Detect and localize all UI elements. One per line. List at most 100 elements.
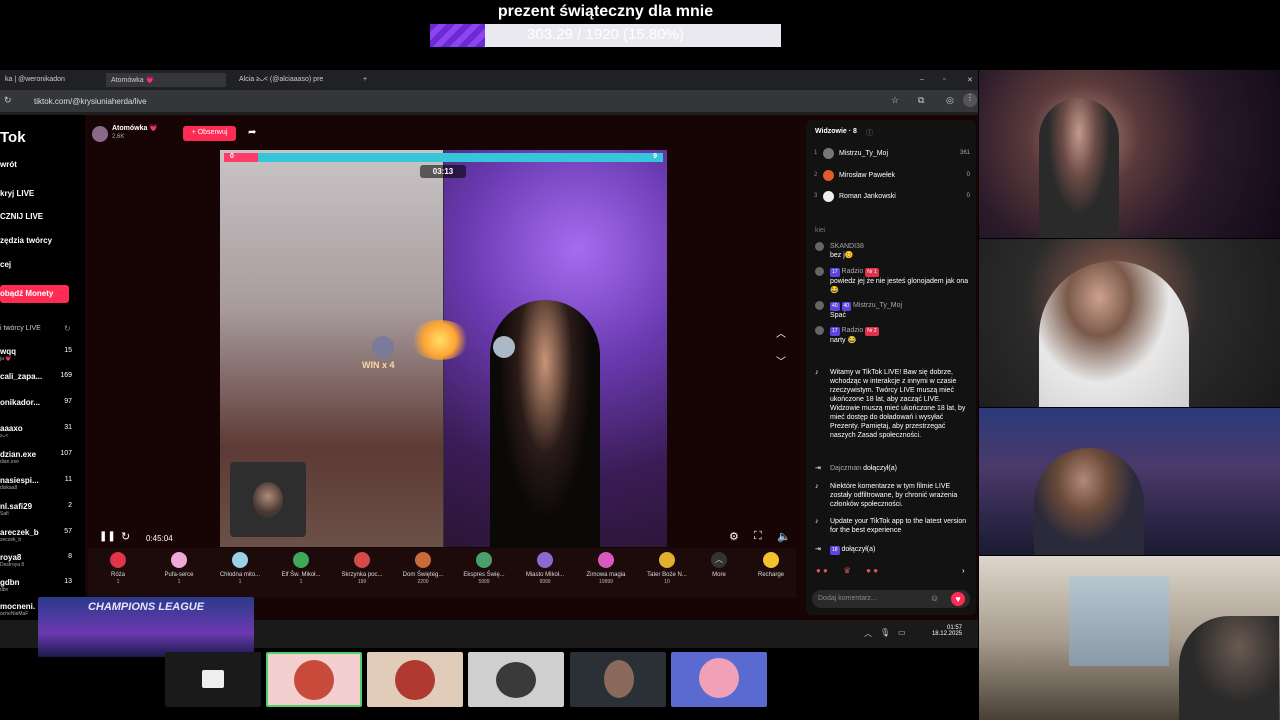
gift-item[interactable]: Chłodna mito... 1 [210, 552, 270, 585]
avatar [815, 267, 824, 276]
recommended-item[interactable]: nl.safi29 Safi 2 [0, 502, 80, 517]
gift-item[interactable]: Ekspres Świę... 5999 [454, 552, 514, 585]
gift-item[interactable]: Pufa-serce 1 [149, 552, 209, 585]
extensions-icon[interactable]: ⧉ [918, 95, 924, 106]
buy-coins-button[interactable]: obądź Monety [0, 285, 69, 303]
clock[interactable]: 01:57 18.12.2025 [920, 625, 962, 637]
gift-item[interactable]: Miasto Mikoł... 9999 [515, 552, 575, 585]
viewer-row[interactable]: 2 Mirosław Pawełek 0 [814, 170, 970, 184]
faded-message: kiei [815, 227, 826, 234]
new-tab-icon[interactable]: + [358, 73, 370, 87]
recommended-item[interactable]: onikador... 97 [0, 398, 80, 407]
gift-item[interactable]: Skrzynka poc... 199 [332, 552, 392, 585]
chat-message: 40 40 Mistrzu_Ty_Moj Spać [815, 301, 970, 320]
emoji-icon[interactable]: ☺ [930, 593, 939, 603]
santa-house-icon [415, 552, 431, 568]
next-live-icon[interactable]: ﹀ [776, 353, 786, 368]
browser-tab-1[interactable]: ka | @weronikadon [0, 73, 98, 87]
thumbnail-6[interactable] [671, 652, 767, 707]
thumbnail-3[interactable] [367, 652, 463, 707]
gift-item[interactable]: Dom Święteg... 2200 [393, 552, 453, 585]
network-icon[interactable]: ▭ [898, 628, 906, 637]
follow-button[interactable]: + Obserwuj [183, 126, 236, 141]
join-icon: ⇥ [815, 546, 821, 553]
tiktok-logo[interactable]: Tok [0, 129, 26, 146]
avatar [815, 242, 824, 251]
previous-live-icon[interactable]: ︿ [776, 325, 786, 340]
recommended-item[interactable]: areczek_b zeczek_b 57 [0, 528, 80, 543]
battle-right-score: 9 [653, 153, 657, 160]
gift-item[interactable]: Róża 1 [88, 552, 148, 585]
share-icon[interactable]: ➦ [248, 127, 256, 138]
avatar [815, 301, 824, 310]
browser-window: ka | @weronikadon Atomówka 💗 Alcia ≥⁠ᴗ⁠<… [0, 70, 978, 648]
sidebar-item-more[interactable]: cej [0, 260, 11, 269]
tiktok-icon: ♪ [815, 369, 819, 376]
info-icon[interactable]: ⓘ [866, 128, 873, 138]
recommended-item[interactable]: wqq ja 💗 15 [0, 347, 80, 362]
refresh-icon[interactable]: ↻ [64, 324, 71, 333]
recommended-item[interactable]: aaaxo ≥⁠ᴗ⁠< 31 [0, 424, 80, 439]
chat-message: 17 Radzio Nr 2 narty 😂 [815, 326, 970, 345]
recommended-item[interactable]: dzian.exe dian.exe 107 [0, 450, 80, 465]
mic-icon[interactable]: 🎙 [880, 628, 890, 637]
more-gifts-button[interactable]: ︿ More [689, 552, 749, 578]
address-bar[interactable]: ↻ tiktok.com/@krysiuniaherda/live ☆ ⧉ ◎ … [0, 90, 978, 112]
sidebar-item-creator-tools[interactable]: zędzia twórcy [0, 236, 52, 245]
streamer-3 [1034, 448, 1144, 555]
sidebar: Tok wrót kryj LIVE CZNIJ LIVE zędzia twó… [0, 115, 85, 620]
host-avatar[interactable] [92, 126, 108, 142]
thumbnail-4[interactable] [468, 652, 564, 707]
thumbnail-5[interactable] [570, 652, 666, 707]
avatar [823, 170, 834, 181]
streamer-2 [1039, 261, 1189, 407]
chevron-right-icon[interactable]: › [962, 566, 965, 575]
close-icon[interactable]: ✕ [962, 73, 974, 87]
chat-message: 17 Radzio Nr 1 powiedz jej że nie jesteś … [815, 267, 970, 295]
battle-left-avatar [372, 336, 394, 358]
settings-icon[interactable]: ⚙ [729, 530, 739, 543]
browser-tab-3[interactable]: Alcia ≥⁠ᴗ⁠< (@alciaaaso) pre [234, 73, 352, 87]
comment-input[interactable]: Dodaj komentarz... [812, 590, 970, 608]
pause-icon[interactable]: ❚❚ [99, 531, 116, 542]
gift-item[interactable]: Tater Boże N... 10 [637, 552, 697, 585]
tray-chevron-icon[interactable]: ︿ [864, 628, 872, 639]
gift-item[interactable]: Elf Św. Mikoł... 1 [271, 552, 331, 585]
recommended-item[interactable]: roya8 Destroya 88 [0, 553, 80, 568]
quick-gift-row[interactable]: ● ● ♛ ● ● [816, 566, 966, 580]
thumbnail-2[interactable] [266, 652, 362, 707]
volume-icon[interactable]: 🔈 [777, 530, 791, 543]
tiktok-icon: ♪ [815, 483, 819, 490]
viewer-row[interactable]: 1 Mistrzu_Ty_Moj 361 [814, 148, 970, 162]
refresh-stream-icon[interactable]: ↻ [121, 530, 130, 543]
url-text[interactable]: tiktok.com/@krysiuniaherda/live [34, 97, 147, 106]
goal-title: prezent świąteczny dla mnie [497, 3, 714, 20]
profile-icon[interactable]: ◎ [946, 95, 954, 106]
recommended-item[interactable]: nasiespi... diskaa8 11 [0, 476, 80, 491]
host-name[interactable]: Atomówka 💗 [112, 124, 158, 132]
recharge-button[interactable]: Recharge [741, 552, 801, 578]
thumbnail-1[interactable] [165, 652, 261, 707]
gift-item[interactable]: Zimowa magia 19999 [576, 552, 636, 585]
chat-message: SKANDI38 bez j😊 [815, 242, 970, 260]
sidebar-item-discover-live[interactable]: kryj LIVE [0, 189, 34, 198]
live-video[interactable]: 0 9 03:13 WIN x 4 [220, 150, 667, 547]
browser-tab-2[interactable]: Atomówka 💗 [106, 73, 226, 87]
bookmark-star-icon[interactable]: ☆ [891, 95, 899, 106]
recommended-item[interactable]: gdbn dbn 13 [0, 578, 80, 593]
heart-icon[interactable]: ♥ [951, 592, 965, 606]
menu-icon[interactable]: ⋮ [963, 93, 977, 107]
fullscreen-icon[interactable]: ⛶ [754, 530, 762, 543]
viewer-row[interactable]: 3 Roman Jankowski 0 [814, 191, 970, 205]
sidebar-item-back[interactable]: wrót [0, 160, 17, 169]
recommended-item[interactable]: cali_zapa... 169 [0, 372, 80, 381]
champions-league-banner: CHAMPIONS LEAGUE [38, 597, 254, 657]
sidebar-item-start-live[interactable]: CZNIJ LIVE [0, 212, 43, 221]
avatar [294, 660, 334, 700]
minimize-icon[interactable]: – [915, 73, 927, 87]
join-notice: ⇥ 18 dołączył(a) [815, 546, 876, 555]
avatar [823, 148, 834, 159]
reload-icon[interactable]: ↻ [4, 95, 12, 106]
maximize-icon[interactable]: ▫ [938, 73, 950, 87]
filter-notice: ♪ Niektóre komentarze w tym filmie LIVE … [815, 483, 958, 508]
